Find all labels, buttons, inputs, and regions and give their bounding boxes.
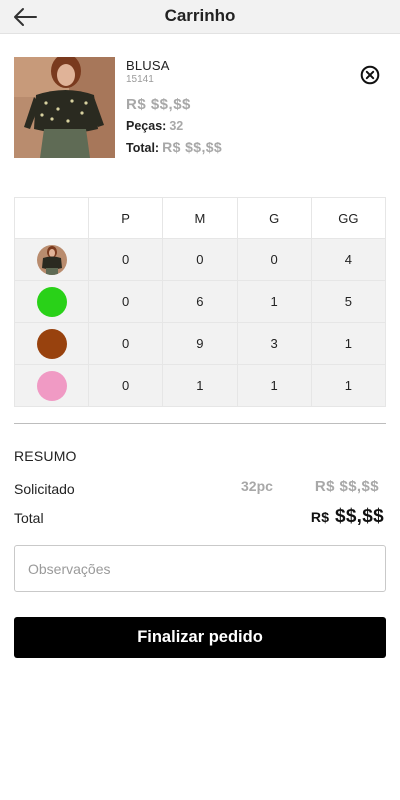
quantity-cell[interactable]: 0: [236, 238, 312, 281]
total-amount: $$,$$: [334, 506, 384, 527]
page-title: Carrinho: [164, 6, 236, 25]
item-total-label: Total:: [126, 141, 160, 155]
size-header: M: [162, 197, 238, 239]
product-info: BLUSA 15141 R$ $$,$$ Peças: 32 Total: R$ $…: [126, 58, 222, 155]
corner-cell: [14, 197, 89, 239]
color-row: 0 9 3 1: [14, 322, 387, 365]
color-row: 0 6 1 5: [14, 280, 387, 323]
color-swatch: [36, 328, 67, 359]
pieces-line: Peças: 32: [126, 119, 222, 133]
product-image: [14, 57, 115, 158]
quantity-cell[interactable]: 3: [236, 322, 312, 365]
size-header: G: [236, 197, 312, 239]
quantity-cell[interactable]: 0: [87, 238, 164, 281]
product-name: BLUSA: [126, 58, 170, 73]
total-label: Total: [14, 510, 44, 526]
color-swatch-cell: [14, 280, 89, 323]
close-circle-icon[interactable]: [360, 65, 380, 85]
color-swatch: [36, 370, 67, 401]
color-swatch: [36, 286, 67, 317]
quantity-cell[interactable]: 1: [236, 364, 312, 407]
notes-input[interactable]: [14, 545, 386, 592]
cart-item: BLUSA 15141 R$ $$,$$ Peças: 32 Total: R$ $…: [14, 57, 386, 169]
total-value: R$ $$,$$: [311, 506, 384, 528]
quantity-cell[interactable]: 0: [87, 322, 164, 365]
quantity-cell[interactable]: 1: [310, 364, 387, 407]
pieces-label: Peças:: [126, 119, 167, 133]
total-currency: R$: [310, 509, 330, 525]
product-code: 15141: [126, 74, 154, 85]
quantity-cell[interactable]: 6: [162, 280, 238, 323]
quantity-cell[interactable]: 1: [236, 280, 312, 323]
quantity-cell[interactable]: 4: [310, 238, 387, 281]
size-header: P: [87, 197, 164, 239]
finish-order-button[interactable]: Finalizar pedido: [14, 617, 386, 658]
top-bar: Carrinho: [0, 0, 400, 34]
requested-value: R$ $$,$$: [314, 478, 379, 495]
item-total-line: Total: R$ $$,$$: [126, 139, 222, 155]
quantity-cell[interactable]: 0: [87, 364, 164, 407]
product-price: R$ $$,$$: [126, 96, 191, 113]
quantity-cell[interactable]: 0: [87, 280, 164, 323]
quantity-cell[interactable]: 1: [162, 364, 238, 407]
color-swatch: [36, 244, 67, 275]
quantity-cell[interactable]: 5: [310, 280, 387, 323]
quantity-cell[interactable]: 0: [162, 238, 238, 281]
summary-title: RESUMO: [14, 448, 77, 464]
item-total-value: R$ $$,$$: [162, 139, 223, 155]
quantity-cell[interactable]: 1: [310, 322, 387, 365]
color-row: 0 0 0 4: [14, 238, 387, 281]
size-header: GG: [310, 197, 387, 239]
pieces-value: 32: [169, 119, 184, 133]
requested-label: Solicitado: [14, 481, 75, 497]
color-row: 0 1 1 1: [14, 364, 387, 407]
color-swatch-cell: [14, 364, 89, 407]
color-swatch-cell: [14, 322, 89, 365]
size-color-grid: P M G GG 0 0 0 4 0 6 1 5 0 9 3 1 0 1 1 1: [14, 197, 387, 407]
divider: [14, 423, 386, 424]
requested-quantity: 32pc: [241, 478, 273, 494]
size-header-row: P M G GG: [14, 197, 387, 239]
color-swatch-cell: [14, 238, 89, 281]
quantity-cell[interactable]: 9: [162, 322, 238, 365]
